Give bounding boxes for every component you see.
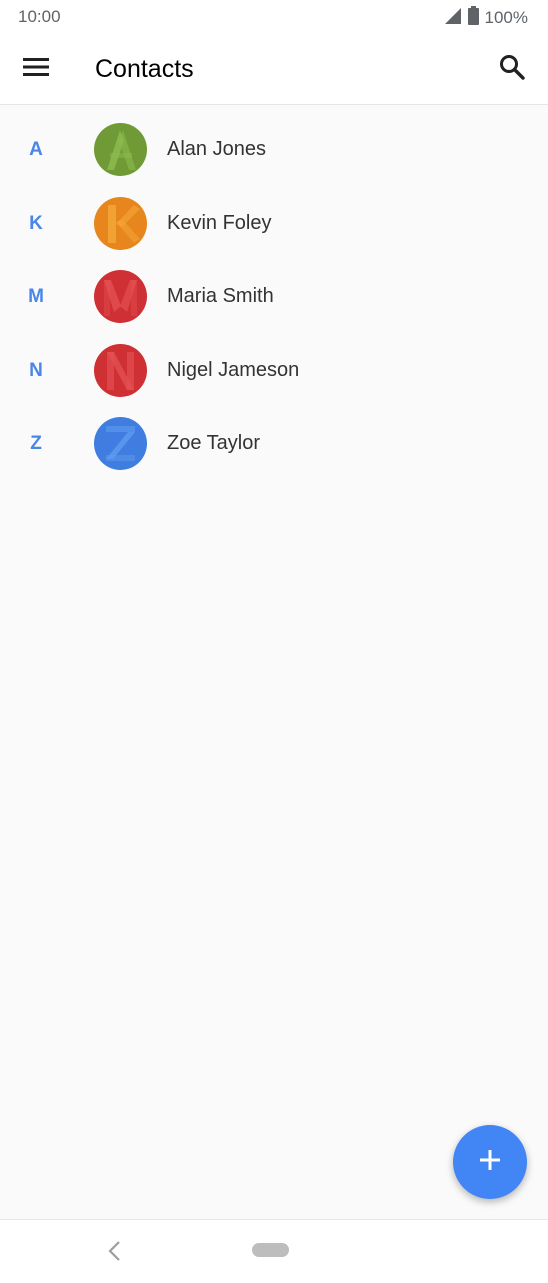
search-button[interactable] (490, 47, 534, 91)
index-letter: Z (30, 433, 42, 454)
plus-icon (479, 1149, 501, 1176)
status-time: 10:00 (18, 7, 61, 26)
contact-row[interactable]: Z Zoe Taylor (0, 407, 548, 481)
index-letter: A (29, 139, 43, 160)
search-icon (499, 54, 525, 85)
avatar (94, 123, 147, 176)
contact-row[interactable]: A Alan Jones (0, 113, 548, 187)
index-letter: M (28, 286, 44, 307)
navigation-bar (0, 1219, 548, 1283)
avatar (94, 343, 147, 397)
menu-button[interactable] (14, 47, 58, 91)
battery-percentage: 100% (484, 8, 528, 27)
avatar (94, 196, 147, 250)
contact-name: Zoe Taylor (167, 432, 261, 454)
avatar (94, 270, 147, 323)
contact-name: Alan Jones (167, 138, 266, 160)
add-contact-button[interactable] (453, 1125, 527, 1199)
index-letter: K (29, 212, 43, 234)
contact-row[interactable]: N Nigel Jameson (0, 334, 548, 408)
app-bar: Contacts (0, 34, 548, 105)
contact-name: Kevin Foley (167, 211, 272, 234)
contact-name: Nigel Jameson (167, 358, 300, 381)
back-button[interactable] (102, 1238, 128, 1264)
index-letter: N (29, 359, 43, 381)
contact-row[interactable]: K Kevin Foley (0, 187, 548, 261)
contact-row[interactable]: M Maria Smith (0, 260, 548, 334)
menu-icon (23, 57, 49, 82)
status-icons: 100% (444, 6, 528, 30)
signal-icon (444, 7, 462, 30)
battery-icon (467, 6, 479, 30)
back-icon (102, 1241, 128, 1268)
status-bar: 10:00 100% (0, 0, 548, 34)
home-pill[interactable] (252, 1243, 289, 1257)
contact-list: A Alan Jones K Kevin Foley M Maria Smith… (0, 113, 548, 481)
contact-name: Maria Smith (167, 285, 274, 307)
page-title: Contacts (95, 55, 194, 83)
avatar (94, 417, 147, 470)
